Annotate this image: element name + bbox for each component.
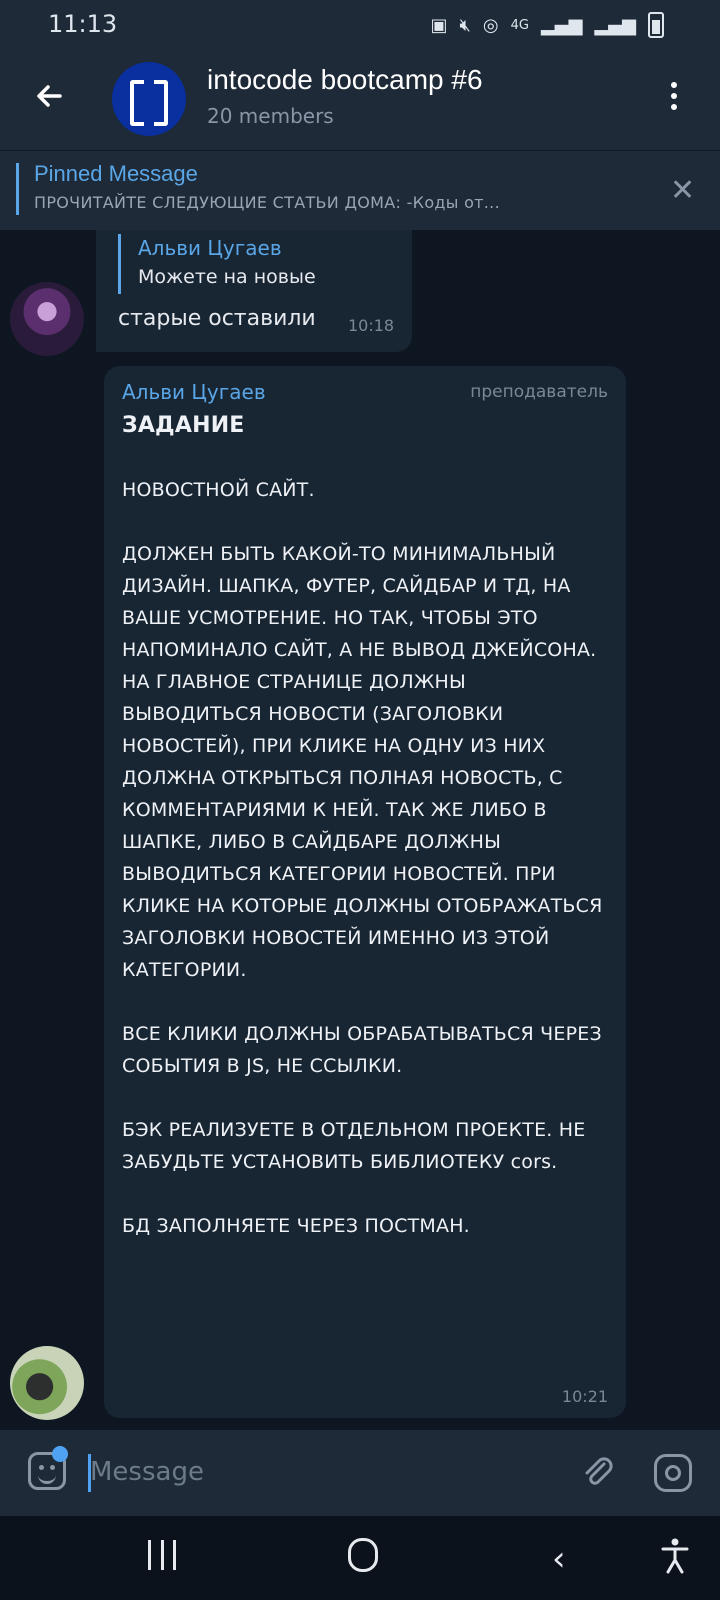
reply-indicator xyxy=(118,234,121,294)
reply-text: Можете на новые xyxy=(138,266,316,288)
reply-author[interactable]: Альви Цугаев xyxy=(138,236,282,260)
chat-title[interactable]: intocode bootcamp #6 xyxy=(207,64,483,96)
system-nav-bar: ‹ xyxy=(0,1516,720,1600)
pinned-message-bar[interactable]: Pinned Message ПРОЧИТАЙТЕ СЛЕДУЮЩИЕ СТАТ… xyxy=(0,150,720,231)
mute-icon: 🔇︎ xyxy=(459,14,471,36)
back-arrow-icon[interactable] xyxy=(30,76,70,116)
status-time: 11:13 xyxy=(48,10,118,38)
author-role-badge: преподаватель xyxy=(470,382,608,402)
home-icon[interactable] xyxy=(348,1538,378,1572)
chat-header: intocode bootcamp #6 20 members xyxy=(0,48,720,150)
message-time: 10:18 xyxy=(348,316,395,335)
more-vert-icon[interactable] xyxy=(664,82,684,118)
hotspot-icon: ◎ xyxy=(482,14,499,36)
status-bar: 11:13 ▣ 🔇︎ ◎ 4G ▂▄▆ ▂▄▆ xyxy=(0,0,720,48)
group-avatar[interactable] xyxy=(112,62,186,136)
pinned-text: ПРОЧИТАЙТЕ СЛЕДУЮЩИЕ СТАТЬИ ДОМА: -Коды … xyxy=(34,193,500,212)
message-heading: ЗАДАНИЕ xyxy=(122,413,245,438)
battery-icon xyxy=(648,12,664,38)
paperclip-icon[interactable] xyxy=(578,1452,618,1492)
message-author[interactable]: Альви Цугаев xyxy=(122,380,266,404)
notification-dot xyxy=(52,1446,68,1462)
back-icon[interactable]: ‹ xyxy=(552,1542,566,1576)
message-time: 10:21 xyxy=(561,1387,608,1406)
message-composer xyxy=(0,1430,720,1516)
message-text: ЗАДАНИЕ НОВОСТНОЙ САЙТ. ДОЛЖЕН БЫТЬ КАКО… xyxy=(122,410,608,1242)
message-bubble[interactable]: Альви Цугаев Можете на новые старые оста… xyxy=(96,230,412,352)
pinned-title: Pinned Message xyxy=(34,161,198,186)
notification-icon: ▣ xyxy=(430,14,448,36)
pinned-indicator xyxy=(16,163,19,215)
member-count: 20 members xyxy=(207,104,334,128)
avatar[interactable] xyxy=(10,282,84,356)
message-bubble[interactable]: Альви Цугаев преподаватель ЗАДАНИЕ НОВОС… xyxy=(104,366,626,1418)
signal-icon: ▂▄▆ xyxy=(540,14,583,36)
avatar[interactable] xyxy=(10,1346,84,1420)
recent-apps-icon[interactable] xyxy=(148,1540,176,1570)
network-label: 4G xyxy=(510,17,529,33)
message-input[interactable] xyxy=(90,1450,550,1494)
instagram-camera-icon[interactable] xyxy=(654,1454,692,1492)
message-body: НОВОСТНОЙ САЙТ. ДОЛЖЕН БЫТЬ КАКОЙ-ТО МИН… xyxy=(122,479,603,1237)
status-icons: ▣ 🔇︎ ◎ 4G ▂▄▆ ▂▄▆ xyxy=(430,12,664,38)
close-icon[interactable]: ✕ xyxy=(670,173,695,208)
signal-icon-2: ▂▄▆ xyxy=(594,14,636,36)
accessibility-icon[interactable] xyxy=(660,1536,690,1576)
message-text: старые оставили xyxy=(118,306,316,331)
